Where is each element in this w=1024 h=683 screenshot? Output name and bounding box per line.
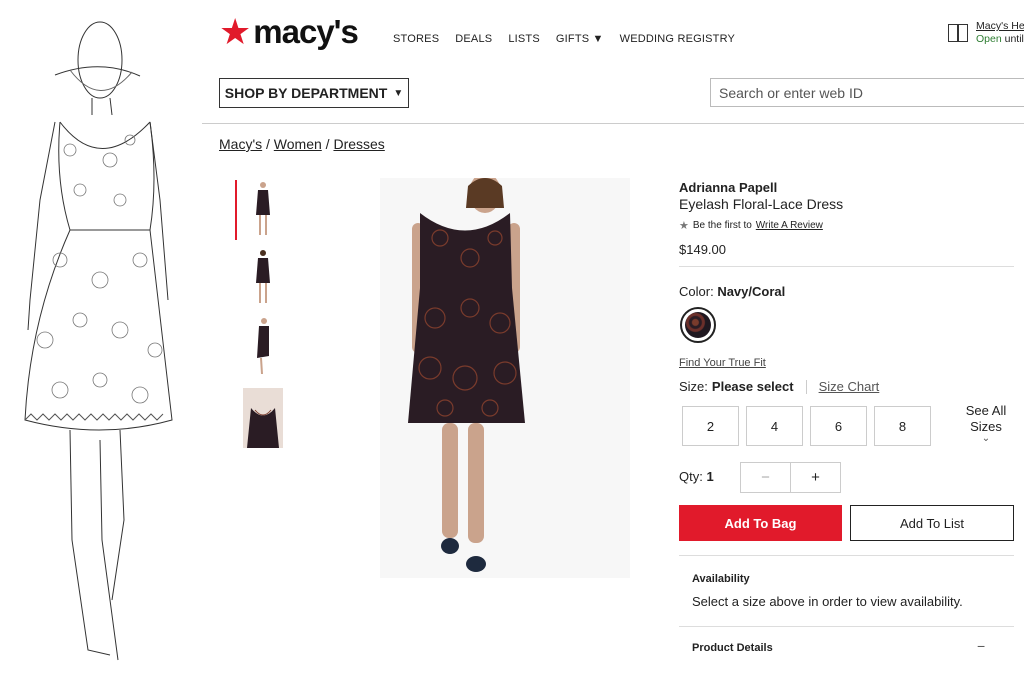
product-brand[interactable]: Adrianna Papell (679, 180, 777, 195)
breadcrumb-women[interactable]: Women (274, 136, 322, 152)
product-main-image[interactable] (380, 178, 630, 578)
quantity-decrease-button[interactable]: − (741, 463, 791, 492)
store-info: Macy's He Open until (948, 20, 1024, 46)
product-name: Eyelash Floral-Lace Dress (679, 196, 844, 212)
quantity-label: Qty: 1 (679, 469, 714, 484)
quantity-stepper: − + (740, 462, 841, 493)
quantity-value: 1 (706, 469, 714, 484)
separator (805, 379, 807, 394)
quantity-label-text: Qty: (679, 469, 703, 484)
product-details-header[interactable]: Product Details (692, 642, 773, 654)
size-option-4[interactable]: 4 (746, 406, 803, 446)
size-chart-link[interactable]: Size Chart (819, 379, 880, 394)
availability-title: Availability (692, 573, 750, 585)
size-label: Size: (679, 379, 708, 394)
availability-text: Select a size above in order to view ava… (692, 594, 963, 609)
star-icon: ★ (219, 11, 252, 52)
store-link[interactable]: Macy's He (976, 20, 1024, 33)
store-icon (948, 24, 968, 42)
size-option-6[interactable]: 6 (810, 406, 867, 446)
thumbnail-selected-indicator (235, 180, 237, 240)
header-divider (202, 123, 1024, 124)
macys-logo[interactable]: ★ macy's (219, 11, 359, 52)
product-price: $149.00 (679, 242, 726, 257)
store-open-status: Open (976, 33, 1002, 45)
quantity-increase-button[interactable]: + (791, 463, 840, 492)
shop-by-department-label: SHOP BY DEPARTMENT (224, 85, 388, 101)
logo-text: macy's (253, 13, 359, 50)
caret-down-icon: ▼ (393, 87, 404, 99)
store-hours: until (1001, 33, 1024, 45)
size-options: 2 4 6 8 (682, 406, 931, 446)
star-icon: ★ (679, 220, 689, 232)
color-swatch-navy-coral[interactable] (680, 307, 716, 343)
nav-deals[interactable]: DEALS (455, 33, 492, 45)
divider (679, 626, 1014, 627)
color-label: Color: Navy/Coral (679, 284, 785, 299)
size-option-8[interactable]: 8 (874, 406, 931, 446)
write-review-link[interactable]: Write A Review (756, 220, 823, 231)
true-fit-link[interactable]: Find Your True Fit (679, 357, 766, 369)
top-nav: STORES DEALS LISTS GIFTS ▼ WEDDING REGIS… (393, 33, 735, 45)
thumbnail-1[interactable] (243, 180, 283, 240)
breadcrumb-macys[interactable]: Macy's (219, 136, 262, 152)
shop-by-department-button[interactable]: SHOP BY DEPARTMENT ▼ (219, 78, 409, 108)
divider (679, 555, 1014, 556)
chevron-down-icon: ⌄ (981, 433, 991, 444)
search-input[interactable] (710, 78, 1024, 107)
add-to-list-button[interactable]: Add To List (850, 505, 1014, 541)
color-value: Navy/Coral (717, 284, 786, 299)
collapse-icon[interactable]: − (977, 638, 985, 654)
see-all-sizes-button[interactable]: See All Sizes ⌄ (958, 403, 1014, 444)
color-label-text: Color: (679, 284, 714, 299)
size-row: Size: Please select Size Chart (679, 379, 879, 394)
nav-gifts[interactable]: GIFTS ▼ (556, 33, 604, 45)
breadcrumb: Macy's / Women / Dresses (219, 136, 385, 152)
review-prompt-text: Be the first to (692, 220, 752, 231)
fashion-sketch (0, 0, 205, 683)
thumbnail-4[interactable] (243, 388, 283, 448)
nav-wedding-registry[interactable]: WEDDING REGISTRY (620, 33, 735, 45)
add-to-bag-button[interactable]: Add To Bag (679, 505, 842, 541)
nav-lists[interactable]: LISTS (508, 33, 540, 45)
size-option-2[interactable]: 2 (682, 406, 739, 446)
breadcrumb-dresses[interactable]: Dresses (333, 136, 384, 152)
divider (679, 266, 1014, 267)
see-all-line1: See All (965, 403, 1007, 418)
size-value: Please select (711, 379, 794, 394)
review-prompt: ★ Be the first to Write A Review (679, 219, 823, 232)
thumbnail-3[interactable] (243, 316, 283, 376)
thumbnail-2[interactable] (243, 248, 283, 308)
nav-stores[interactable]: STORES (393, 33, 439, 45)
